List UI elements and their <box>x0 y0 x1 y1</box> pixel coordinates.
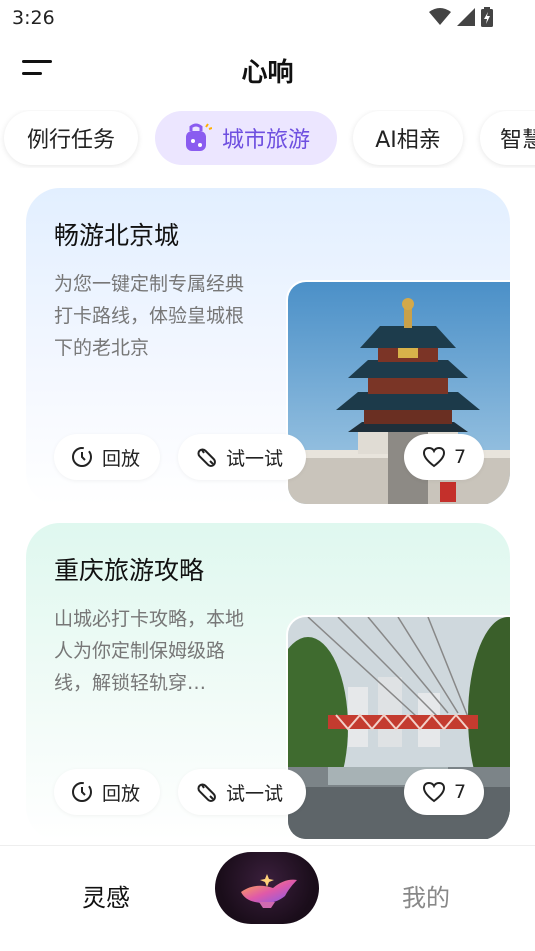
card-title: 重庆旅游攻略 <box>54 556 205 585</box>
magic-wand-icon <box>197 448 216 467</box>
try-label: 试一试 <box>226 447 284 470</box>
tab-label: 例行任务 <box>26 128 115 153</box>
category-tabs: 例行任务 城市旅游 AI相亲 智慧 <box>0 110 535 168</box>
travel-card-beijing[interactable]: 畅游北京城 为您一键定制专属经典打卡路线，体验皇城根下的老北京 回放 试一试 7 <box>26 188 510 506</box>
replay-label: 回放 <box>102 782 141 805</box>
nav-mine[interactable]: 我的 <box>402 878 450 913</box>
heart-icon <box>422 781 446 803</box>
try-label: 试一试 <box>226 782 284 805</box>
card-title: 畅游北京城 <box>54 221 180 250</box>
like-count: 7 <box>454 781 467 803</box>
status-bar: 3:26 <box>0 0 535 38</box>
like-count: 7 <box>454 446 467 468</box>
history-icon <box>72 782 92 802</box>
wifi-icon <box>429 8 451 25</box>
like-button[interactable]: 7 <box>404 769 484 815</box>
travel-card-chongqing[interactable]: 重庆旅游攻略 山城必打卡攻略，本地人为你定制保姆级路线，解锁轻轨穿… 回放 试一… <box>26 523 510 841</box>
tab-label: 城市旅游 <box>221 128 310 153</box>
heart-icon <box>422 446 446 468</box>
card-description: 山城必打卡攻略，本地人为你定制保姆级路线，解锁轻轨穿… <box>54 608 245 694</box>
signal-icon <box>457 8 475 26</box>
tab-wisdom[interactable]: 智慧 <box>480 111 535 165</box>
try-button[interactable]: 试一试 <box>178 434 306 480</box>
magic-wand-icon <box>197 783 216 802</box>
nav-inspiration[interactable]: 灵感 <box>82 878 130 913</box>
tab-routine-tasks[interactable]: 例行任务 <box>4 111 138 165</box>
battery-icon <box>481 7 493 27</box>
bottom-nav: 灵感 我的 <box>0 845 535 951</box>
card-description: 为您一键定制专属经典打卡路线，体验皇城根下的老北京 <box>54 273 245 359</box>
luggage-icon <box>182 123 213 153</box>
status-icons <box>429 7 493 27</box>
replay-button[interactable]: 回放 <box>54 769 160 815</box>
header: 心响 <box>0 38 535 104</box>
history-icon <box>72 447 92 467</box>
like-button[interactable]: 7 <box>404 434 484 480</box>
tab-ai-dating[interactable]: AI相亲 <box>353 111 463 165</box>
replay-button[interactable]: 回放 <box>54 434 160 480</box>
magic-lamp-button[interactable] <box>215 852 319 924</box>
replay-label: 回放 <box>102 447 141 470</box>
tab-city-travel[interactable]: 城市旅游 <box>155 111 337 165</box>
page-title: 心响 <box>241 58 294 88</box>
try-button[interactable]: 试一试 <box>178 769 306 815</box>
tab-label: 智慧 <box>500 128 535 153</box>
status-time: 3:26 <box>12 7 55 29</box>
tab-label: AI相亲 <box>375 128 441 153</box>
magic-lamp-icon <box>241 874 297 908</box>
